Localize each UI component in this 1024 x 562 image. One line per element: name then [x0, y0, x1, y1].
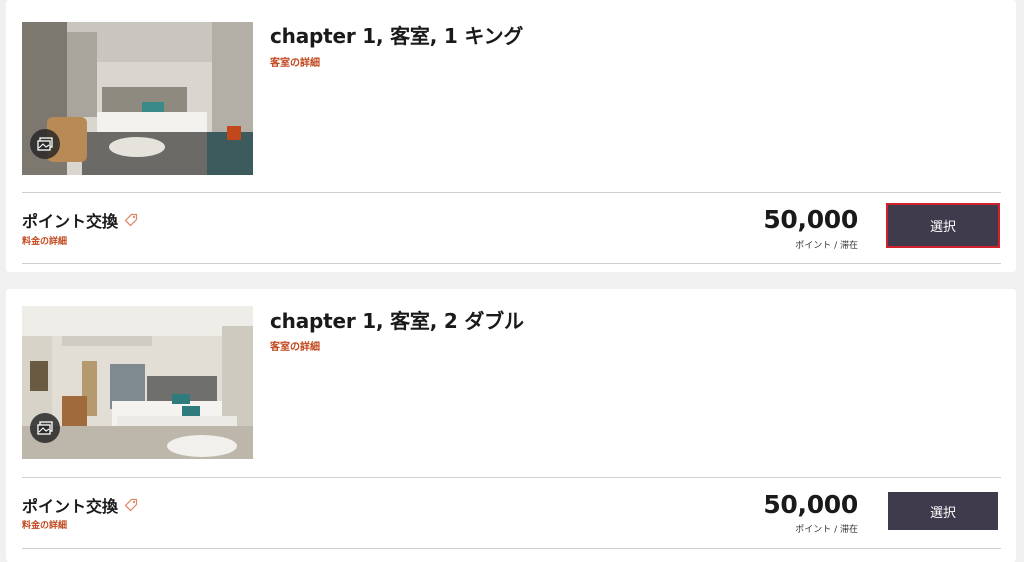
room-details-link[interactable]: 客室の詳細 — [270, 338, 320, 353]
gallery-icon — [37, 421, 53, 435]
tag-icon — [124, 213, 138, 227]
gallery-button[interactable] — [30, 129, 60, 159]
price-unit: ポイント / 滞在 — [795, 241, 858, 251]
room-card: chapter 1, 客室, 2 ダブル 客室の詳細 ポイント交換 料金の詳細 … — [6, 289, 1016, 562]
rate-name: ポイント交換 — [22, 493, 138, 517]
room-photo[interactable] — [22, 306, 253, 459]
divider — [22, 548, 1001, 549]
divider — [22, 477, 1001, 478]
price-points: 50,000 — [763, 490, 858, 519]
tag-icon — [124, 498, 138, 512]
rate-name: ポイント交換 — [22, 208, 138, 232]
price-points: 50,000 — [763, 205, 858, 234]
rate-name-label: ポイント交換 — [22, 212, 119, 231]
divider — [22, 192, 1001, 193]
gallery-button[interactable] — [30, 413, 60, 443]
room-title: chapter 1, 客室, 1 キング — [270, 24, 524, 48]
price-unit: ポイント / 滞在 — [795, 525, 858, 535]
select-button[interactable]: 選択 — [888, 492, 998, 530]
rate-details-link[interactable]: 料金の詳細 — [22, 234, 67, 247]
gallery-icon — [37, 137, 53, 151]
divider — [22, 263, 1001, 264]
select-button[interactable]: 選択 — [886, 203, 1000, 248]
room-photo[interactable] — [22, 22, 253, 175]
rate-name-label: ポイント交換 — [22, 497, 119, 516]
room-title: chapter 1, 客室, 2 ダブル — [270, 309, 524, 333]
room-details-link[interactable]: 客室の詳細 — [270, 54, 320, 69]
rate-details-link[interactable]: 料金の詳細 — [22, 518, 67, 531]
room-card: chapter 1, 客室, 1 キング 客室の詳細 ポイント交換 料金の詳細 … — [6, 0, 1016, 272]
